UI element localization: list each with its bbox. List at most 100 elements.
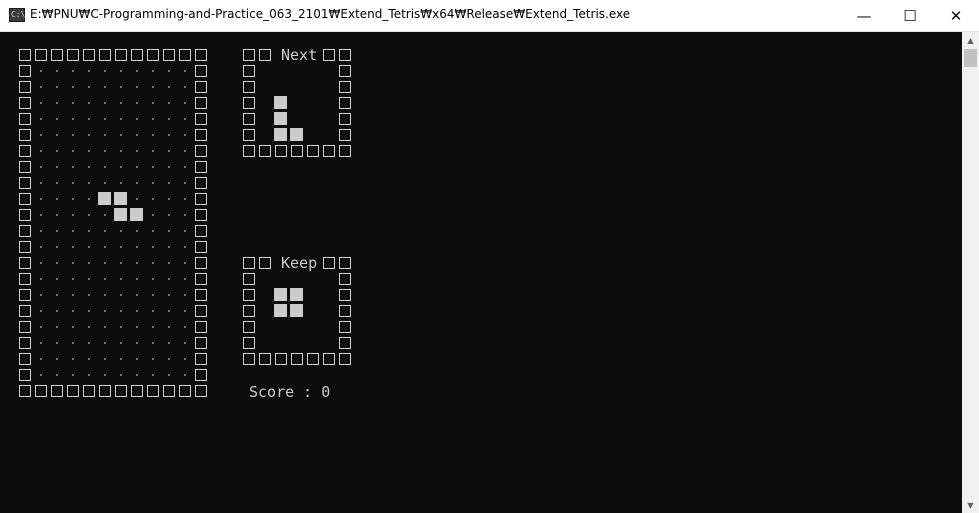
- board-empty-cell: [72, 246, 74, 248]
- board-empty-cell: [168, 230, 170, 232]
- board-empty-cell: [184, 230, 186, 232]
- panel-wall-cell: [259, 353, 271, 365]
- board-empty-cell: [72, 278, 74, 280]
- panel-wall-cell: [243, 81, 255, 93]
- board-empty-cell: [72, 342, 74, 344]
- board-empty-cell: [136, 294, 138, 296]
- board-wall-cell: [195, 305, 207, 317]
- vertical-scrollbar[interactable]: ▲ ▼: [962, 32, 979, 513]
- board-wall-cell: [115, 49, 127, 61]
- board-empty-cell: [56, 294, 58, 296]
- board-wall-cell: [19, 177, 31, 189]
- board-empty-cell: [72, 70, 74, 72]
- minimize-button[interactable]: —: [841, 0, 887, 31]
- board-empty-cell: [40, 294, 42, 296]
- board-wall-cell: [83, 385, 95, 397]
- board-empty-cell: [72, 166, 74, 168]
- board-empty-cell: [40, 214, 42, 216]
- board-empty-cell: [104, 358, 106, 360]
- board-empty-cell: [184, 262, 186, 264]
- board-wall-cell: [19, 305, 31, 317]
- board-empty-cell: [120, 118, 122, 120]
- board-wall-cell: [195, 145, 207, 157]
- panel-wall-cell: [243, 337, 255, 349]
- board-wall-cell: [19, 81, 31, 93]
- panel-wall-cell: [339, 321, 351, 333]
- board-empty-cell: [40, 262, 42, 264]
- board-empty-cell: [120, 294, 122, 296]
- board-empty-cell: [184, 150, 186, 152]
- board-wall-cell: [83, 49, 95, 61]
- board-empty-cell: [40, 166, 42, 168]
- board-empty-cell: [104, 166, 106, 168]
- maximize-button[interactable]: ☐: [887, 0, 933, 31]
- scroll-thumb[interactable]: [964, 49, 977, 67]
- board-empty-cell: [120, 374, 122, 376]
- board-empty-cell: [56, 326, 58, 328]
- board-empty-cell: [104, 294, 106, 296]
- board-empty-cell: [136, 102, 138, 104]
- panel-wall-cell: [243, 273, 255, 285]
- board-empty-cell: [88, 86, 90, 88]
- board-wall-cell: [19, 65, 31, 77]
- board-empty-cell: [40, 86, 42, 88]
- board-empty-cell: [168, 374, 170, 376]
- panel-wall-cell: [243, 145, 255, 157]
- preview-piece-block: [274, 304, 287, 317]
- board-wall-cell: [195, 177, 207, 189]
- board-empty-cell: [168, 118, 170, 120]
- board-empty-cell: [72, 150, 74, 152]
- board-empty-cell: [88, 102, 90, 104]
- board-empty-cell: [152, 214, 154, 216]
- board-empty-cell: [184, 198, 186, 200]
- board-empty-cell: [104, 326, 106, 328]
- scroll-up-arrow-icon[interactable]: ▲: [962, 32, 979, 48]
- board-empty-cell: [152, 118, 154, 120]
- panel-wall-cell: [243, 257, 255, 269]
- board-empty-cell: [184, 358, 186, 360]
- board-empty-cell: [136, 310, 138, 312]
- panel-wall-cell: [323, 49, 335, 61]
- board-wall-cell: [19, 193, 31, 205]
- board-wall-cell: [19, 241, 31, 253]
- console-app-icon[interactable]: C:\: [9, 8, 25, 22]
- board-wall-cell: [163, 385, 175, 397]
- board-empty-cell: [184, 166, 186, 168]
- board-empty-cell: [152, 294, 154, 296]
- board-empty-cell: [56, 342, 58, 344]
- board-wall-cell: [19, 353, 31, 365]
- close-button[interactable]: ✕: [933, 0, 979, 31]
- board-empty-cell: [56, 150, 58, 152]
- board-empty-cell: [136, 118, 138, 120]
- board-empty-cell: [152, 134, 154, 136]
- panel-wall-cell: [307, 353, 319, 365]
- board-empty-cell: [120, 326, 122, 328]
- board-empty-cell: [152, 70, 154, 72]
- board-empty-cell: [88, 342, 90, 344]
- app-icon-text: C:\: [11, 10, 26, 19]
- board-wall-cell: [19, 385, 31, 397]
- board-empty-cell: [120, 246, 122, 248]
- board-wall-cell: [19, 129, 31, 141]
- board-empty-cell: [184, 326, 186, 328]
- board-empty-cell: [168, 358, 170, 360]
- board-empty-cell: [152, 246, 154, 248]
- board-empty-cell: [184, 118, 186, 120]
- board-empty-cell: [136, 150, 138, 152]
- board-empty-cell: [56, 230, 58, 232]
- board-empty-cell: [136, 134, 138, 136]
- board-empty-cell: [168, 278, 170, 280]
- board-empty-cell: [40, 246, 42, 248]
- panel-wall-cell: [339, 113, 351, 125]
- board-empty-cell: [152, 86, 154, 88]
- board-empty-cell: [168, 310, 170, 312]
- board-wall-cell: [195, 369, 207, 381]
- title-bar[interactable]: C:\ E:₩PNU₩C-Programming-and-Practice_06…: [0, 0, 979, 32]
- panel-wall-cell: [243, 289, 255, 301]
- board-empty-cell: [120, 166, 122, 168]
- panel-wall-cell: [259, 145, 271, 157]
- scroll-down-arrow-icon[interactable]: ▼: [962, 497, 979, 513]
- board-empty-cell: [152, 326, 154, 328]
- board-empty-cell: [184, 86, 186, 88]
- board-empty-cell: [104, 342, 106, 344]
